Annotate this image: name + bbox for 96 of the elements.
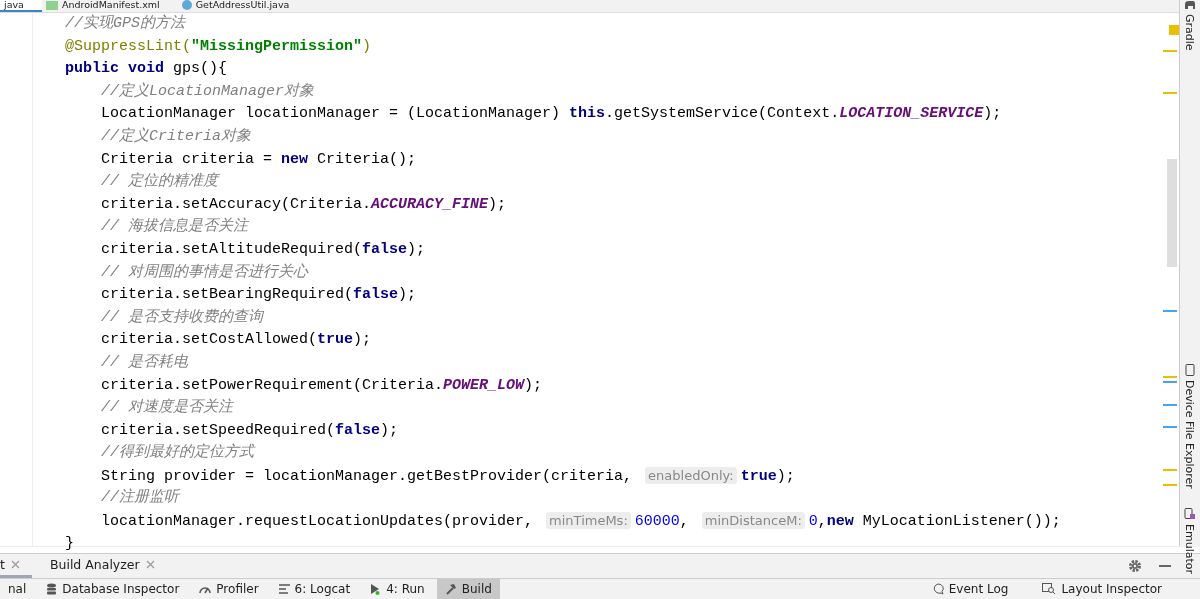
tool-window-button[interactable]: 4: Run: [362, 579, 433, 599]
code-token: false: [335, 421, 381, 439]
gauge-icon: [199, 584, 212, 594]
code-token: this: [569, 105, 606, 123]
editor-tab[interactable]: java: [0, 0, 42, 12]
code-token: locationManager.requestLocationUpdates(provider,: [101, 513, 535, 531]
tool-window-button[interactable]: Build: [436, 579, 500, 599]
error-stripe-mark[interactable]: [1163, 92, 1177, 94]
error-stripe-mark[interactable]: [1163, 404, 1177, 406]
code-token: // 定位的精准度: [101, 173, 218, 191]
code-token: );: [776, 467, 795, 485]
phone-icon: [1184, 364, 1195, 376]
code-token: Criteria criteria =: [101, 150, 274, 168]
code-token: //定义LocationManager对象: [101, 82, 315, 100]
close-icon[interactable]: [145, 560, 155, 569]
code-token: // 海拔信息是否关注: [101, 218, 248, 236]
code-token: ): [362, 37, 372, 55]
code-token: );: [524, 376, 543, 394]
scrollbar-thumb[interactable]: [1167, 159, 1177, 267]
editor-tab[interactable]: AndroidManifest.xml: [41, 0, 178, 12]
code-token: }: [65, 534, 74, 552]
code-token: // 是否耗电: [101, 353, 188, 371]
code-token: MyLocationListener());: [861, 513, 1061, 531]
code-token: .getSystemService(Context.: [605, 105, 840, 123]
code-token: );: [398, 286, 417, 304]
code-token: );: [407, 240, 426, 258]
magnifier-window-icon: [1042, 583, 1057, 595]
hammer-icon: [444, 583, 457, 595]
code-token: // 对周围的事情是否进行关心: [101, 263, 308, 281]
tool-window-tab[interactable]: Build Analyzer: [49, 554, 167, 578]
play-icon: [370, 583, 382, 595]
code-token: gps(){: [172, 60, 228, 78]
tool-window-button[interactable]: Layout Inspector: [1034, 579, 1170, 599]
error-stripe-mark[interactable]: [1163, 376, 1177, 378]
code-token: LOCATION_SERVICE: [839, 105, 984, 123]
tool-window-button[interactable]: nal: [0, 579, 35, 599]
error-stripe-mark[interactable]: [1163, 484, 1177, 486]
list-icon: [278, 584, 290, 594]
code-token: 0: [808, 513, 818, 531]
code-token: "MissingPermission": [191, 37, 363, 55]
code-token: @SuppressLint(: [65, 37, 192, 55]
code-token: //得到最好的定位方式: [101, 444, 254, 462]
manifest-file-icon: [45, 0, 58, 10]
error-stripe-mark[interactable]: [1163, 381, 1177, 383]
code-token: POWER_LOW: [443, 376, 525, 394]
code-token: Criteria();: [316, 150, 417, 168]
elephant-icon: [1183, 0, 1196, 10]
code-token: 60000: [634, 513, 680, 531]
sidebar-tool-tab[interactable]: Gradle: [1183, 0, 1196, 51]
code-token: true: [740, 467, 777, 485]
parameter-hint: enabledOnly:: [645, 466, 737, 484]
tool-window-button[interactable]: 6: Logcat: [270, 579, 359, 599]
error-stripe-mark[interactable]: [1163, 50, 1177, 52]
code-token: criteria.setBearingRequired(: [101, 286, 354, 304]
code-token: );: [983, 105, 1002, 123]
close-icon[interactable]: [10, 560, 20, 569]
settings-icon[interactable]: [1128, 559, 1142, 573]
code-token: LocationManager locationManager = (LocationManager): [101, 105, 562, 123]
code-token: false: [362, 240, 408, 258]
code-token: );: [380, 421, 399, 439]
code-token: //注册监听: [101, 489, 179, 507]
code-token: // 是否支持收费的查询: [101, 308, 263, 326]
tool-window-button[interactable]: Database Inspector: [38, 579, 188, 599]
code-token: );: [353, 331, 372, 349]
code-token: ACCURACY_FINE: [371, 195, 489, 213]
tool-window-button[interactable]: Profiler: [191, 579, 267, 599]
class-file-icon: [181, 0, 192, 10]
code-token: criteria.setCostAllowed(: [101, 331, 318, 349]
code-token: true: [317, 331, 354, 349]
code-token: String provider = locationManager.getBestProvider(criteria,: [101, 467, 634, 485]
code-token: criteria.setAltitudeRequired(: [101, 240, 363, 258]
code-token: false: [353, 286, 399, 304]
error-stripe-mark[interactable]: [1163, 469, 1177, 471]
code-token: criteria.setPowerRequirement(Criteria.: [101, 376, 444, 394]
code-token: );: [488, 195, 507, 213]
database-icon: [46, 583, 58, 595]
code-token: ,: [679, 513, 690, 531]
code-token: new: [281, 150, 309, 168]
device-icon: [1183, 508, 1196, 520]
speech-bubble-icon: [931, 583, 944, 595]
code-token: ,: [817, 513, 827, 531]
error-stripe-mark[interactable]: [1169, 25, 1179, 35]
code-token: //定义Criteria对象: [101, 127, 251, 145]
code-token: new: [826, 513, 854, 531]
error-stripe-mark[interactable]: [1163, 426, 1177, 428]
code-token: //实现GPS的方法: [65, 15, 185, 32]
sidebar-tool-tab[interactable]: Emulator: [1183, 508, 1196, 574]
code-token: public void: [65, 60, 165, 78]
code-token: criteria.setSpeedRequired(: [101, 421, 336, 439]
parameter-hint: minDistanceM:: [701, 512, 805, 530]
sidebar-tool-tab[interactable]: Device File Explorer: [1183, 364, 1196, 489]
parameter-hint: minTimeMs:: [546, 512, 631, 530]
tool-window-button[interactable]: Event Log: [923, 579, 1017, 599]
editor-tab[interactable]: GetAddressUtil.java: [177, 0, 308, 12]
error-stripe-mark[interactable]: [1163, 310, 1177, 312]
code-token: // 对速度是否关注: [101, 399, 233, 417]
